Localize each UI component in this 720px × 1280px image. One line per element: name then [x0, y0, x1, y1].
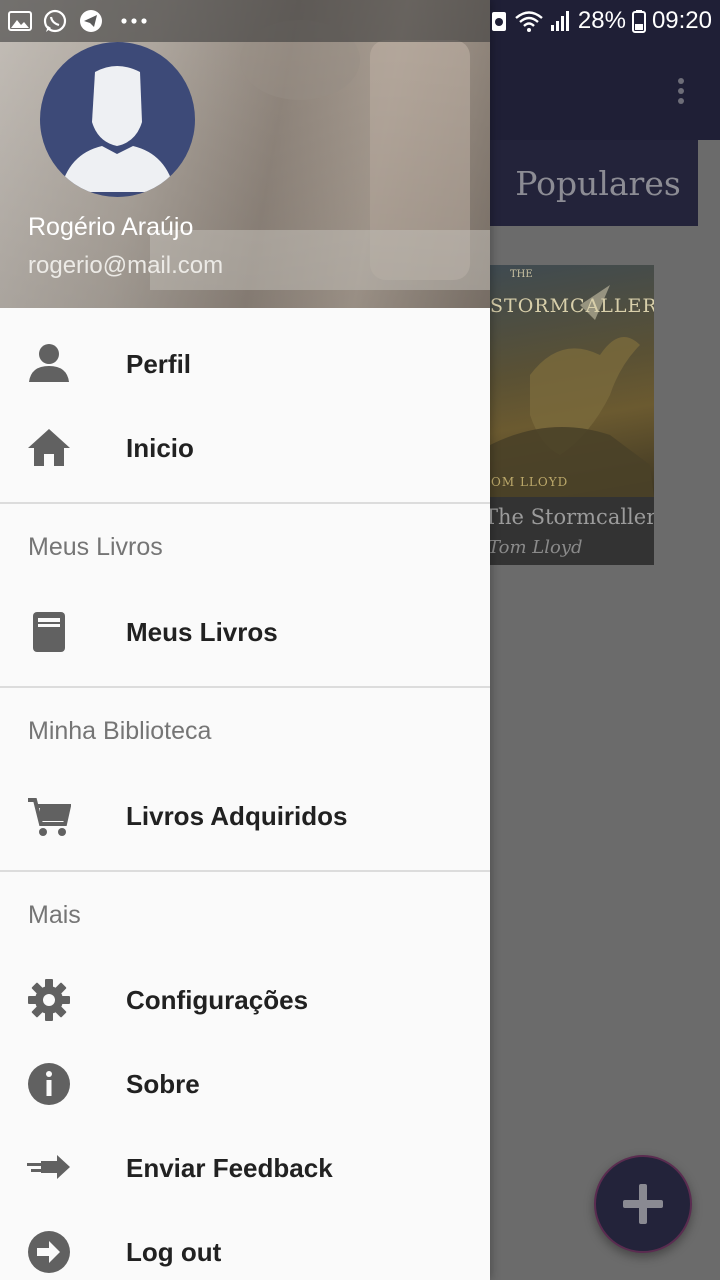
navigation-drawer: Rogério Araújo rogerio@mail.com Perfil I…: [0, 0, 490, 1280]
clock: 09:20: [651, 7, 712, 34]
menu-item-configuracoes[interactable]: Configurações: [0, 958, 490, 1042]
tab-populares[interactable]: Populares: [490, 140, 698, 226]
gallery-icon: [8, 11, 32, 31]
info-icon: [27, 1062, 71, 1106]
send-icon: [27, 1146, 71, 1190]
menu-item-inicio[interactable]: Inicio: [0, 406, 490, 490]
plus-icon: [623, 1184, 663, 1224]
overflow-menu-icon[interactable]: [668, 74, 694, 108]
person-silhouette-icon: [60, 66, 175, 192]
notification-icons: [0, 0, 490, 42]
home-icon: [27, 426, 71, 470]
gear-icon: [27, 978, 71, 1022]
status-bar: 28% 09:20: [0, 0, 720, 42]
battery-icon: [631, 10, 646, 33]
telegram-icon: [80, 10, 102, 32]
book-cover-series: THE: [510, 269, 533, 280]
menu-item-enviar-feedback[interactable]: Enviar Feedback: [0, 1126, 490, 1210]
book-author: Tom Lloyd: [488, 537, 583, 558]
menu-item-livros-adquiridos[interactable]: Livros Adquiridos: [0, 774, 490, 858]
menu-label-livros-adquiridos: Livros Adquiridos: [126, 800, 348, 831]
drawer-menu: Perfil Inicio Meus Livros Meus Livros Mi…: [0, 308, 490, 1280]
book-icon: [27, 610, 71, 654]
drawer-header: Rogério Araújo rogerio@mail.com: [0, 0, 490, 308]
menu-item-perfil[interactable]: Perfil: [0, 322, 490, 406]
section-title-minha-biblioteca: Minha Biblioteca: [28, 716, 212, 745]
menu-label-inicio: Inicio: [126, 432, 194, 463]
menu-label-enviar-feedback: Enviar Feedback: [126, 1152, 333, 1183]
menu-item-log-out[interactable]: Log out: [0, 1210, 490, 1280]
book-title: The Stormcaller: [484, 505, 654, 529]
more-icon: [121, 18, 147, 24]
menu-label-configuracoes: Configurações: [126, 984, 309, 1015]
section-title-mais: Mais: [28, 900, 81, 929]
avatar[interactable]: [40, 42, 195, 197]
person-icon: [27, 342, 71, 386]
menu-item-meus-livros[interactable]: Meus Livros: [0, 590, 490, 674]
menu-label-sobre: Sobre: [126, 1068, 200, 1099]
cart-icon: [27, 794, 71, 838]
recycle-icon: [491, 12, 506, 31]
logout-icon: [27, 1230, 71, 1274]
book-cover: THE STORMCALLER TOM LLOYD: [470, 265, 654, 497]
system-status: 28% 09:20: [490, 0, 712, 42]
menu-item-sobre[interactable]: Sobre: [0, 1042, 490, 1126]
book-cover-author: TOM LLOYD: [482, 475, 569, 489]
user-email: rogerio@mail.com: [28, 252, 224, 279]
book-card[interactable]: THE STORMCALLER TOM LLOYD The Stormcalle…: [470, 265, 654, 565]
book-cover-title: STORMCALLER: [490, 295, 654, 317]
user-name: Rogério Araújo: [28, 213, 194, 241]
menu-label-perfil: Perfil: [126, 348, 192, 379]
tab-populares-label: Populares: [515, 163, 681, 203]
menu-label-log-out: Log out: [126, 1236, 222, 1267]
wifi-icon: [515, 11, 543, 32]
section-title-meus-livros: Meus Livros: [28, 532, 163, 561]
menu-label-meus-livros: Meus Livros: [126, 616, 278, 647]
battery-percent: 28%: [577, 7, 626, 34]
signal-icon: [550, 11, 569, 31]
add-button[interactable]: [594, 1155, 692, 1253]
whatsapp-icon: [43, 9, 67, 33]
